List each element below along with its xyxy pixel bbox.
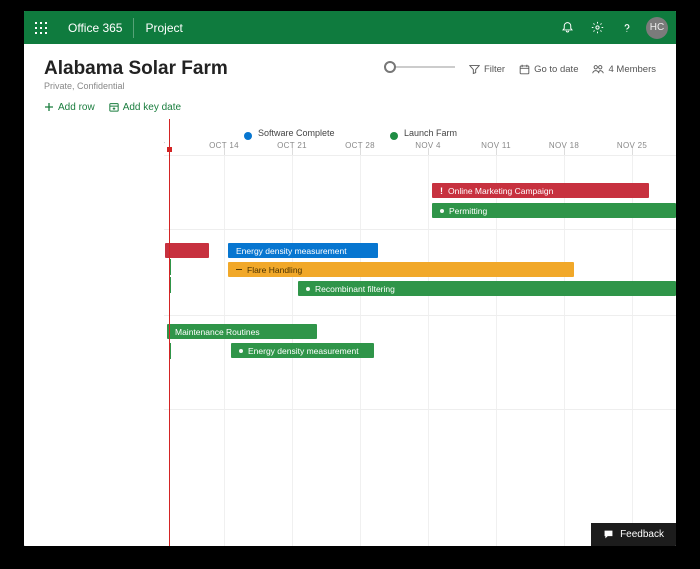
title-row: Alabama Solar Farm Private, Confidential… [24, 44, 676, 95]
timeline-tick: NOV 11 [481, 141, 511, 150]
task-bar[interactable]: Permitting [432, 203, 676, 218]
app-window: Office 365 Project HC Alabama Solar Farm… [24, 11, 676, 546]
timeline-area[interactable]: T 7OCT 14OCT 21OCT 28NOV 4NOV 11NOV 18NO… [24, 119, 676, 546]
task-label: Permitting [449, 206, 487, 216]
today-indicator [169, 119, 170, 546]
chat-icon [603, 529, 614, 540]
timeline-tick: NOV 4 [415, 141, 441, 150]
project-subtitle: Private, Confidential [44, 81, 228, 91]
suite-brand[interactable]: Office 365 [57, 18, 134, 38]
key-date-icon [109, 102, 119, 112]
plus-icon [44, 102, 54, 112]
task-label: Flare Handling [247, 265, 302, 275]
feedback-button[interactable]: Feedback [591, 523, 676, 546]
add-row-button[interactable]: Add row [44, 102, 95, 113]
goto-date-button[interactable]: Go to date [519, 64, 578, 75]
add-key-date-button[interactable]: Add key date [109, 102, 181, 113]
task-label: Energy density measurement [248, 346, 359, 356]
task-bar[interactable]: !Online Marketing Campaign [432, 183, 649, 198]
action-row: Add row Add key date [24, 95, 676, 119]
task-bar[interactable]: Flare Handling [228, 262, 574, 277]
app-name: Project [134, 21, 193, 35]
header-bar: Office 365 Project HC [24, 11, 676, 44]
timeline-tick: NOV 18 [549, 141, 579, 150]
task-label: Recombinant filtering [315, 284, 395, 294]
user-avatar[interactable]: HC [646, 17, 668, 39]
people-icon [592, 64, 604, 75]
task-label: Energy density measurement [236, 246, 347, 256]
timeline-tick: NOV 25 [617, 141, 647, 150]
task-label: Online Marketing Campaign [448, 186, 553, 196]
app-launcher-icon[interactable] [24, 11, 57, 44]
left-pane [24, 119, 164, 546]
project-title: Alabama Solar Farm [44, 58, 228, 80]
help-icon[interactable] [612, 11, 642, 44]
notifications-icon[interactable] [552, 11, 582, 44]
task-bar[interactable]: Energy density measurement [231, 343, 374, 358]
settings-icon[interactable] [582, 11, 612, 44]
timeline-tick: OCT 14 [209, 141, 239, 150]
filter-icon [469, 64, 480, 75]
task-bar[interactable]: Maintenance Routines [167, 324, 317, 339]
task-label: Maintenance Routines [175, 327, 260, 337]
members-button[interactable]: 4 Members [592, 64, 656, 75]
task-bar[interactable]: Energy density measurement [228, 243, 378, 258]
filter-button[interactable]: Filter [469, 64, 505, 75]
task-bar[interactable] [165, 243, 209, 258]
timeline-tick: OCT 28 [345, 141, 375, 150]
calendar-icon [519, 64, 530, 75]
timeline-tick: OCT 21 [277, 141, 307, 150]
zoom-slider[interactable] [390, 66, 455, 68]
task-bar[interactable]: Recombinant filtering [298, 281, 676, 296]
